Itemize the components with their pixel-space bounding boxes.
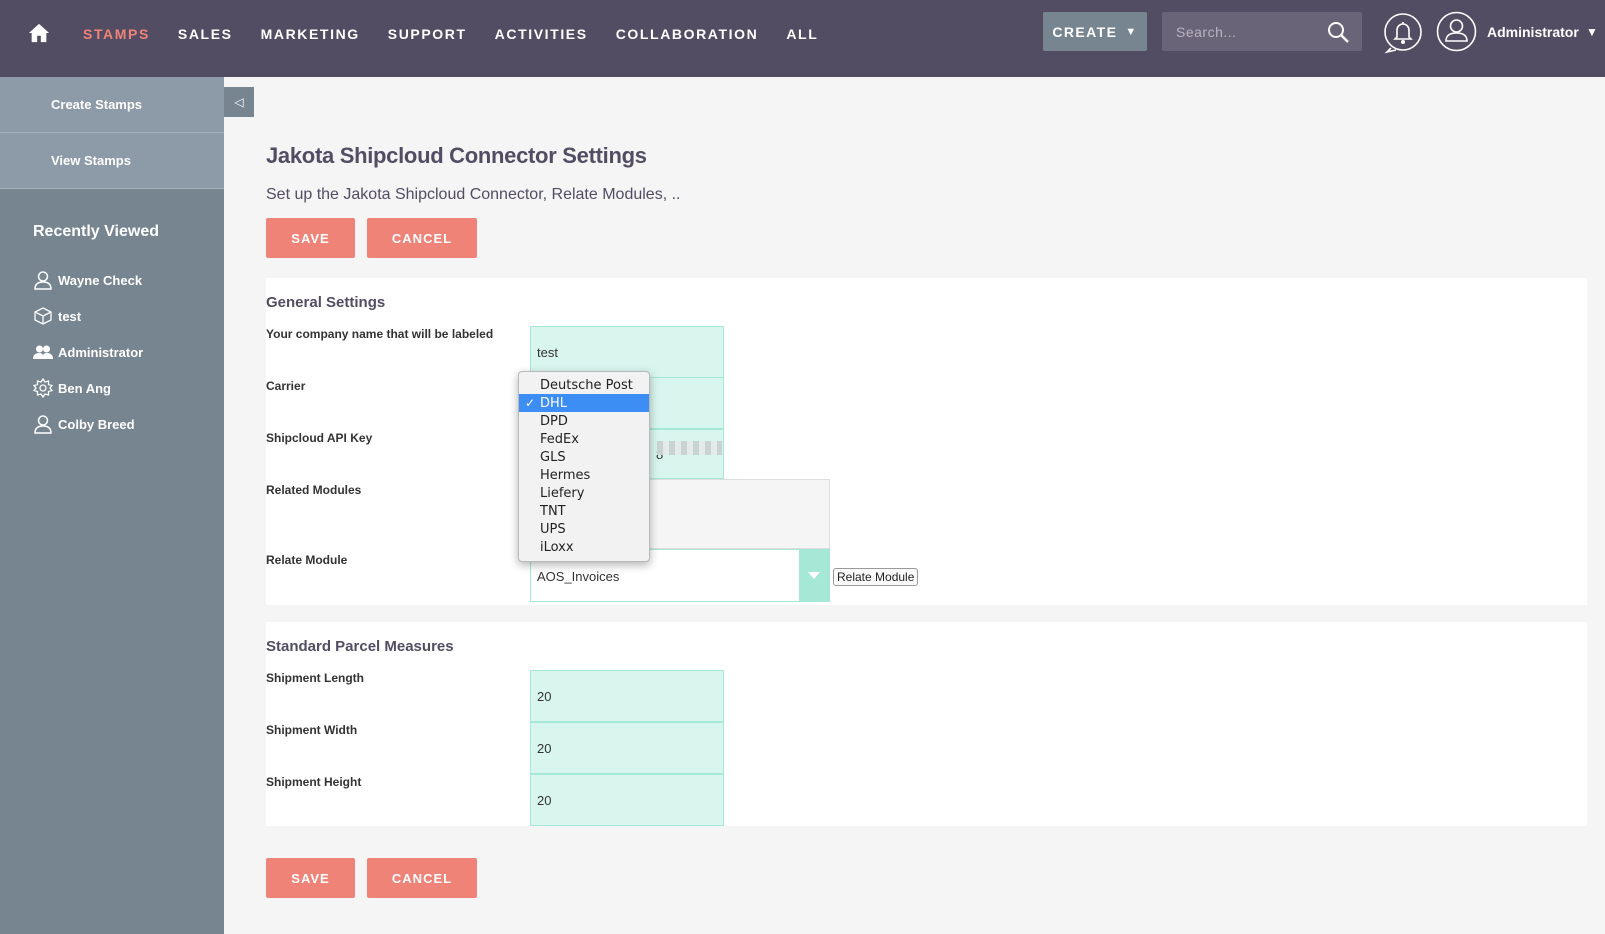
api-key-redaction <box>657 441 722 455</box>
option-label: iLoxx <box>540 539 574 555</box>
user-menu-caret-icon[interactable]: ▼ <box>1586 25 1598 39</box>
cancel-button-top[interactable]: CANCEL <box>367 218 477 258</box>
recent-item-label: Administrator <box>58 344 144 360</box>
shipment-height-label: Shipment Height <box>266 775 362 789</box>
home-icon[interactable] <box>28 22 50 44</box>
relate-module-label: Relate Module <box>266 553 348 567</box>
user-avatar-icon[interactable] <box>1436 11 1477 52</box>
option-label: Hermes <box>540 467 591 483</box>
api-key-label: Shipcloud API Key <box>266 431 373 445</box>
shipment-height-field[interactable]: 20 <box>530 774 724 826</box>
nav-stamps[interactable]: STAMPS <box>83 26 150 42</box>
carrier-option-tnt[interactable]: TNT <box>519 502 649 520</box>
shipment-length-label: Shipment Length <box>266 671 364 685</box>
recent-item-colby-breed[interactable]: Colby Breed <box>33 406 143 442</box>
carrier-option-dhl[interactable]: ✓ DHL <box>519 394 649 412</box>
chevron-down-icon[interactable] <box>799 550 829 601</box>
carrier-label: Carrier <box>266 379 306 393</box>
recent-item-ben-ang[interactable]: Ben Ang <box>33 370 143 406</box>
sidebar-create-stamps[interactable]: Create Stamps <box>0 77 224 133</box>
search-box <box>1162 12 1362 51</box>
recently-viewed-title: Recently Viewed <box>33 223 159 240</box>
page-subtitle: Set up the Jakota Shipcloud Connector, R… <box>266 186 681 203</box>
checkmark-icon: ✓ <box>525 396 536 410</box>
contact-icon <box>34 415 52 434</box>
carrier-option-ups[interactable]: UPS <box>519 520 649 538</box>
caret-down-icon: ▼ <box>1125 25 1138 38</box>
general-settings-title: General Settings <box>266 294 386 311</box>
parcel-measures-panel: Standard Parcel Measures Shipment Length… <box>266 622 1587 826</box>
relate-module-button[interactable]: Relate Module <box>833 568 919 586</box>
option-label: Liefery <box>540 485 585 501</box>
option-label: UPS <box>540 521 566 537</box>
option-label: FedEx <box>540 431 579 447</box>
search-icon[interactable] <box>1326 20 1350 44</box>
option-label: DPD <box>540 413 568 429</box>
notification-bell-icon[interactable] <box>1383 12 1423 54</box>
recent-item-label: test <box>58 308 82 324</box>
page-title: Jakota Shipcloud Connector Settings <box>266 143 647 168</box>
collapse-sidebar-icon[interactable]: ◁ <box>224 87 254 117</box>
general-settings-panel: General Settings Your company name that … <box>266 278 1587 605</box>
cancel-button-bottom[interactable]: CANCEL <box>367 858 477 898</box>
recent-item-wayne-check[interactable]: Wayne Check <box>33 262 143 298</box>
parcel-measures-title: Standard Parcel Measures <box>266 638 454 655</box>
save-button-bottom[interactable]: SAVE <box>266 858 355 898</box>
recent-item-label: Wayne Check <box>58 272 143 288</box>
carrier-option-gls[interactable]: GLS <box>519 448 649 466</box>
nav-marketing[interactable]: MARKETING <box>261 26 360 42</box>
sidebar: Create Stamps View Stamps Recently Viewe… <box>0 77 224 934</box>
option-label: DHL <box>540 395 568 411</box>
related-modules-label: Related Modules <box>266 483 362 497</box>
nav-collaboration[interactable]: COLLABORATION <box>616 26 759 42</box>
recent-item-administrator[interactable]: Administrator <box>33 334 143 370</box>
top-navbar: STAMPS SALES MARKETING SUPPORT ACTIVITIE… <box>0 0 1605 77</box>
company-name-label: Your company name that will be labeled <box>266 327 494 341</box>
create-label: CREATE <box>1052 23 1118 40</box>
carrier-option-fedex[interactable]: FedEx <box>519 430 649 448</box>
main-menu: STAMPS SALES MARKETING SUPPORT ACTIVITIE… <box>83 26 846 42</box>
nav-activities[interactable]: ACTIVITIES <box>495 26 588 42</box>
search-input[interactable] <box>1162 12 1322 51</box>
users-icon <box>33 345 53 359</box>
gear-icon <box>33 378 53 398</box>
shipment-width-label: Shipment Width <box>266 723 358 737</box>
option-label: TNT <box>540 503 566 519</box>
sidebar-view-stamps[interactable]: View Stamps <box>0 133 224 189</box>
contact-icon <box>34 271 52 290</box>
option-label: GLS <box>540 449 566 465</box>
carrier-option-iloxx[interactable]: iLoxx <box>519 538 649 556</box>
shipment-width-field[interactable]: 20 <box>530 722 724 774</box>
carrier-dropdown-menu: Deutsche Post ✓ DHL DPD FedEx GLS Hermes … <box>518 371 650 562</box>
nav-support[interactable]: SUPPORT <box>388 26 467 42</box>
recent-item-label: Ben Ang <box>58 380 111 396</box>
carrier-option-liefery[interactable]: Liefery <box>519 484 649 502</box>
carrier-option-dpd[interactable]: DPD <box>519 412 649 430</box>
save-button-top[interactable]: SAVE <box>266 218 355 258</box>
option-label: Deutsche Post <box>540 377 633 393</box>
relate-module-value: AOS_Invoices <box>537 569 620 584</box>
user-name[interactable]: Administrator <box>1487 24 1579 40</box>
recent-item-test[interactable]: test <box>33 298 143 334</box>
nav-sales[interactable]: SALES <box>178 26 233 42</box>
cube-icon <box>34 307 52 325</box>
carrier-option-deutsche-post[interactable]: Deutsche Post <box>519 376 649 394</box>
nav-all[interactable]: ALL <box>786 26 818 42</box>
shipment-length-field[interactable]: 20 <box>530 670 724 722</box>
recent-item-label: Colby Breed <box>58 416 135 432</box>
recently-viewed-list: Wayne Check test Administrator Ben Ang C… <box>33 262 143 442</box>
carrier-option-hermes[interactable]: Hermes <box>519 466 649 484</box>
create-button[interactable]: CREATE ▼ <box>1043 12 1147 51</box>
